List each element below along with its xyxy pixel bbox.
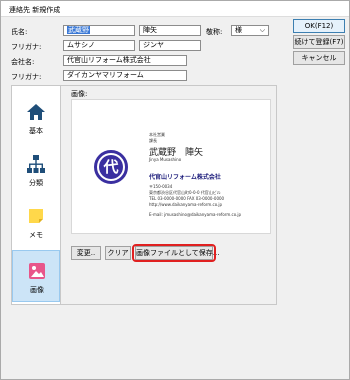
card-dept-line2: 課長 <box>149 138 157 143</box>
first-name-field[interactable]: 陣矢 <box>139 25 201 36</box>
logo-char: 代 <box>99 155 123 179</box>
card-company: 代官山リフォーム株式会社 <box>149 174 221 181</box>
window-title: 連絡先 新規作成 <box>9 6 61 14</box>
sidebar-item-label: 画像 <box>30 286 44 294</box>
card-person-romaji: Jinya Musashino <box>149 157 182 162</box>
hierarchy-icon <box>27 155 45 173</box>
sidebar: 基本 分類 メモ 画像 <box>11 85 61 305</box>
image-icon <box>29 263 45 279</box>
name-label: 氏名: <box>11 28 28 36</box>
company-furigana-field[interactable]: ダイカンヤマリフォーム <box>63 70 187 81</box>
home-icon <box>27 104 45 120</box>
sidebar-item-basic[interactable]: 基本 <box>12 92 60 144</box>
company-label: 会社名: <box>11 58 35 66</box>
card-email: E-mail: jmusashino@daikanyama-reform.co.… <box>149 212 242 217</box>
honorific-label: 敬称: <box>206 28 223 36</box>
image-label: 画像: <box>71 90 88 98</box>
change-image-button[interactable]: 変更.. <box>71 246 101 260</box>
company-field[interactable]: 代官山リフォーム株式会社 <box>63 55 187 66</box>
honorific-select[interactable]: 様 ⌵ <box>231 25 269 36</box>
save-and-continue-button[interactable]: 続けて登録(F7) <box>293 35 345 49</box>
last-name-field[interactable]: 武蔵野 <box>63 25 135 36</box>
cancel-button[interactable]: キャンセル <box>293 51 345 65</box>
sidebar-item-memo[interactable]: メモ <box>12 196 60 248</box>
sidebar-item-label: メモ <box>29 231 43 239</box>
sticky-note-icon <box>29 209 43 223</box>
highlight-annotation <box>132 244 216 262</box>
chevron-down-icon: ⌵ <box>259 26 265 34</box>
sidebar-item-image[interactable]: 画像 <box>12 250 60 302</box>
contact-new-window: 連絡先 新規作成 氏名: 武蔵野 陣矢 敬称: 様 ⌵ フリガナ: ムサシノ ジ… <box>0 0 350 380</box>
company-logo: 代 <box>94 150 128 184</box>
card-tel: TEL 03-0000-0000 FAX 03-0000-0000 <box>149 196 225 201</box>
company-furigana-label: フリガナ: <box>11 73 42 81</box>
business-card-image: 本社営業 課長 武蔵野 陣矢 Jinya Musashino 代 代官山リフォー… <box>71 99 271 234</box>
furigana-label: フリガナ: <box>11 43 42 51</box>
title-bar: 連絡先 新規作成 <box>1 1 349 17</box>
ok-button[interactable]: OK(F12) <box>293 19 345 33</box>
last-name-furigana-field[interactable]: ムサシノ <box>63 40 135 51</box>
sidebar-item-label: 分類 <box>29 179 43 187</box>
clear-image-button[interactable]: クリア <box>105 246 131 260</box>
sidebar-item-category[interactable]: 分類 <box>12 144 60 196</box>
sidebar-item-label: 基本 <box>29 127 43 135</box>
card-url: http://www.daikanyama-reform.co.jp <box>149 202 223 207</box>
first-name-furigana-field[interactable]: ジンヤ <box>139 40 201 51</box>
